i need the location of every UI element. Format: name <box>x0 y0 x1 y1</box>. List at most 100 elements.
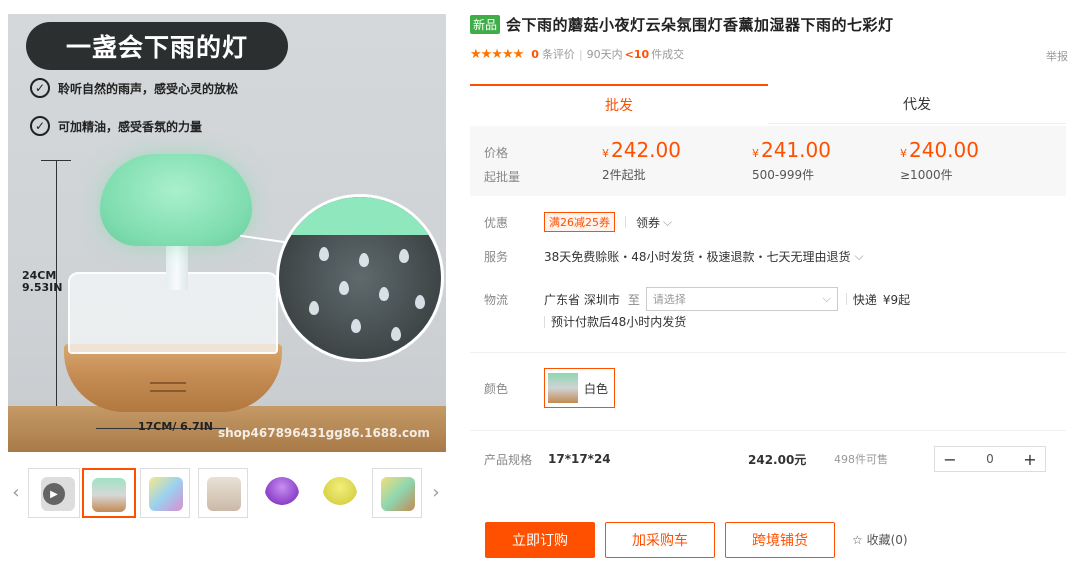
zoom-pointer <box>240 234 286 244</box>
shipping-note: 预计付款后48小时内发货 <box>551 315 687 329</box>
feature-2-text: 可加精油，感受香氛的力量 <box>58 119 203 134</box>
spec-stock: 498件可售 <box>834 453 888 466</box>
zoom-detail-circle <box>276 194 444 362</box>
rain-drop <box>379 287 389 301</box>
divider: | <box>578 47 583 61</box>
currency: ¥ <box>602 147 609 160</box>
thumb-video[interactable]: ▶ <box>28 468 80 518</box>
increment-button[interactable]: + <box>1015 450 1045 469</box>
chevron-down-icon[interactable]: ⌵ <box>663 215 672 230</box>
tab-dropship[interactable]: 代发 <box>768 84 1066 124</box>
product-main-image[interactable]: 一盏会下雨的灯 ✓ 聆听自然的雨声，感受心灵的放松 ✓ 可加精油，感受香氛的力量… <box>8 14 446 452</box>
thumb-6[interactable] <box>372 468 422 518</box>
cloud-lamp-top <box>100 154 252 246</box>
product-title-row: 新品 会下雨的蘑菇小夜灯云朵氛围灯香薰加湿器下雨的七彩灯 <box>470 14 894 35</box>
chevron-down-icon[interactable]: ⌵ <box>855 249 864 264</box>
tier-qty: 2件起批 <box>602 168 646 182</box>
service-text: 38天免费赊账・48小时发货・极速退款・七天无理由退货 <box>544 250 851 264</box>
review-label[interactable]: 条评价 <box>542 46 575 62</box>
thumb-image <box>149 477 183 511</box>
thumbnail-strip: ‹ ▶ › <box>8 466 446 520</box>
thumb-next-icon[interactable]: › <box>428 482 444 503</box>
thumb-3[interactable] <box>198 468 248 518</box>
tab-wholesale[interactable]: 批发 <box>470 84 768 124</box>
thumb-1[interactable] <box>82 468 136 518</box>
review-count[interactable]: 0 <box>531 48 539 61</box>
thumb-5[interactable] <box>314 468 364 518</box>
rain-drop <box>339 281 349 295</box>
divider <box>470 352 1066 353</box>
shipping-label: 物流 <box>484 292 509 307</box>
tier-qty: 500-999件 <box>752 168 815 182</box>
tier-price: 240.00 <box>909 138 979 162</box>
deals-prefix: 90天内 <box>586 48 623 61</box>
width-dimension-label: 17CM/ 6.7IN <box>138 420 213 433</box>
tier-price: 242.00 <box>611 138 681 162</box>
color-row: 颜色 白色 <box>484 368 616 408</box>
thumb-4[interactable] <box>256 468 306 518</box>
service-label: 服务 <box>484 250 509 264</box>
color-swatch-image <box>548 373 578 403</box>
thumb-prev-icon[interactable]: ‹ <box>8 482 24 503</box>
rain-drop <box>391 327 401 341</box>
color-option-white[interactable]: 白色 <box>544 368 616 408</box>
currency: ¥ <box>900 147 907 160</box>
divider <box>470 430 1066 431</box>
promo-row: 优惠 满26减25券 领券 ⌵ <box>484 212 672 232</box>
feature-2: ✓ 可加精油，感受香氛的力量 <box>30 116 202 136</box>
shipping-note-row: 预计付款后48小时内发货 <box>544 313 686 330</box>
deals-suffix: 件成交 <box>651 48 685 61</box>
shipping-from: 广东省 深圳市 <box>544 292 620 307</box>
rain-drop <box>359 253 369 267</box>
check-icon: ✓ <box>30 116 50 136</box>
decrement-button[interactable]: − <box>935 450 965 469</box>
cross-border-button[interactable]: 跨境铺货 <box>725 522 835 558</box>
tier-price: 241.00 <box>761 138 831 162</box>
tier-qty: ≥1000件 <box>900 168 953 182</box>
chevron-down-icon: ⌵ <box>822 292 831 305</box>
purchase-tabs: 批发 代发 <box>470 84 1066 124</box>
destination-select[interactable]: 请选择 ⌵ <box>645 287 838 311</box>
rating-row: ★★★★★ 0 条评价 | 90天内 <10 件成交 <box>470 46 684 62</box>
zoom-cloud-bottom <box>279 197 441 235</box>
rain-drop <box>309 301 319 315</box>
rain-drop <box>415 295 425 309</box>
destination-placeholder: 请选择 <box>652 293 686 306</box>
check-icon: ✓ <box>30 78 50 98</box>
promo-label: 优惠 <box>484 215 509 230</box>
divider <box>625 216 626 228</box>
new-badge: 新品 <box>470 15 501 34</box>
rain-drop <box>319 247 329 261</box>
price-tier-3: ¥240.00 ≥1000件 <box>900 138 979 183</box>
report-link[interactable]: 举报 <box>1046 48 1068 64</box>
deals-count: <10 <box>624 47 650 61</box>
get-coupon-link[interactable]: 领券 <box>636 214 660 231</box>
divider <box>845 293 847 305</box>
thumb-image <box>92 478 126 512</box>
coupon-badge[interactable]: 满26减25券 <box>544 212 615 232</box>
feature-1-text: 聆听自然的雨声，感受心灵的放松 <box>58 81 239 96</box>
height-in: 9.53IN <box>22 281 63 294</box>
lamp-wood-base <box>64 344 282 412</box>
watermark: shop467896431gg86.1688.com <box>218 426 430 440</box>
thumb-image <box>381 477 415 511</box>
color-option-label: 白色 <box>584 381 609 396</box>
color-label: 颜色 <box>484 381 509 396</box>
thumb-image <box>265 477 299 511</box>
mushroom-stem <box>166 240 188 290</box>
feature-1: ✓ 聆听自然的雨声，感受心灵的放松 <box>30 78 238 98</box>
thumb-2[interactable] <box>140 468 190 518</box>
buy-now-button[interactable]: 立即订购 <box>485 522 595 558</box>
price-tier-2: ¥241.00 500-999件 <box>752 138 831 183</box>
shipping-to-label: 至 <box>627 292 640 307</box>
price-tier-1: ¥242.00 2件起批 <box>602 138 681 183</box>
rain-drop <box>351 319 361 333</box>
quantity-input[interactable]: 0 <box>965 452 1015 466</box>
rain-drop <box>399 249 409 263</box>
quantity-stepper: − 0 + <box>934 446 1046 472</box>
favorite-button[interactable]: ☆ 收藏(0) <box>852 531 908 548</box>
add-to-cart-button[interactable]: 加采购车 <box>605 522 715 558</box>
spec-row: 产品规格 17*17*24 242.00元 498件可售 − 0 + <box>484 446 1054 472</box>
lamp-buttons <box>150 382 186 392</box>
thumb-image <box>323 477 357 511</box>
